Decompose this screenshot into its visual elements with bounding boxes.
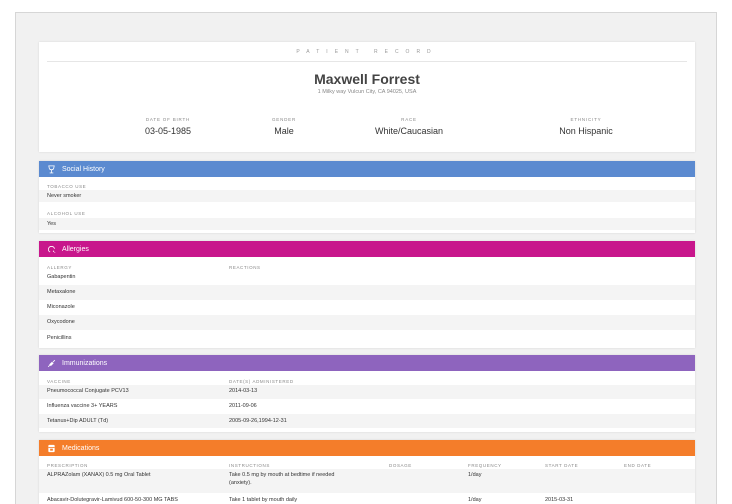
column-header-dosage: DOSAGE — [389, 463, 412, 468]
alcohol-value: Yes — [47, 221, 56, 227]
immunizations-section: Immunizations VACCINE DATE(S) ADMINISTER… — [39, 355, 695, 432]
demographic-race: RACE White/Caucasian — [339, 117, 479, 136]
tobacco-label: TOBACCO USE — [47, 184, 87, 189]
demographic-gender: GENDER Male — [214, 117, 354, 136]
row-background — [39, 285, 695, 300]
demographic-label: GENDER — [271, 117, 297, 122]
column-header-reactions: REACTIONS — [229, 265, 261, 270]
allergies-header[interactable]: Allergies — [39, 241, 695, 257]
demographic-value: White/Caucasian — [374, 126, 444, 136]
section-title: Social History — [62, 165, 105, 173]
allergy-item: Gabapentin — [47, 274, 76, 280]
patient-header-card: PATIENT RECORD Maxwell Forrest 1 Milky w… — [39, 42, 695, 152]
instructions-line: Take 1 tablet by mouth daily — [229, 497, 298, 503]
tobacco-value: Never smoker — [47, 193, 82, 199]
medications-section: Medications PRESCRIPTION INSTRUCTIONS DO… — [39, 440, 695, 504]
row-background — [39, 385, 695, 399]
section-title: Medications — [62, 444, 100, 452]
syringe-icon — [47, 359, 56, 368]
frequency-value: 1/day — [468, 472, 482, 478]
demographic-value: Male — [274, 126, 294, 136]
row-background — [39, 218, 695, 230]
row-background — [39, 315, 695, 330]
column-header-end-date: END DATE — [624, 463, 652, 468]
allergies-section: Allergies ALLERGY REACTIONS Gabapentin M… — [39, 241, 695, 348]
patient-name: Maxwell Forrest — [314, 71, 420, 87]
vaccine-name: Pneumococcal Conjugate PCV13 — [47, 388, 129, 394]
column-header-instructions: INSTRUCTIONS — [229, 463, 270, 468]
alcohol-label: ALCOHOL USE — [47, 211, 86, 216]
prescription-name: Abacavir-Dolutegravir-Lamivud 600-50-300… — [47, 497, 178, 503]
vaccine-dates: 2005-09-26,1994-12-31 — [229, 418, 287, 424]
demographic-label: RACE — [401, 117, 417, 122]
vaccine-name: Influenza vaccine 3+ YEARS — [47, 403, 118, 409]
wine-glass-icon — [47, 164, 56, 174]
frequency-value: 1/day — [468, 497, 482, 503]
column-header-frequency: FREQUENCY — [468, 463, 502, 468]
allergy-item: Oxycodone — [47, 319, 75, 325]
allergy-icon — [47, 245, 56, 254]
column-header-allergy: ALLERGY — [47, 265, 72, 270]
instructions-line: Take 0.5 mg by mouth at bedtime if neede… — [229, 472, 335, 478]
allergy-item: Metaxalone — [47, 289, 76, 295]
pill-box-icon — [47, 444, 56, 453]
section-title: Immunizations — [62, 359, 108, 367]
section-title: Allergies — [62, 245, 89, 253]
column-header-start-date: START DATE — [545, 463, 579, 468]
patient-address: 1 Milky way Vulcun City, CA 94025, USA — [317, 89, 417, 95]
row-background — [39, 414, 695, 428]
immunizations-header[interactable]: Immunizations — [39, 355, 695, 371]
row-background — [39, 190, 695, 202]
allergy-item: Penicillins — [47, 335, 72, 341]
medications-header[interactable]: Medications — [39, 440, 695, 456]
column-header-dates: DATE(S) ADMINISTERED — [229, 379, 294, 384]
instructions-line: (anxiety). — [229, 480, 252, 486]
divider — [47, 61, 687, 62]
vaccine-name: Tetanus+Dip ADULT (Td) — [47, 418, 109, 424]
prescription-name: ALPRAZolam (XANAX) 0.5 mg Oral Tablet — [47, 472, 151, 478]
social-history-section: Social History TOBACCO USE Never smoker … — [39, 161, 695, 233]
demographic-ethnicity: ETHNICITY Non Hispanic — [516, 117, 656, 136]
column-header-prescription: PRESCRIPTION — [47, 463, 88, 468]
social-history-header[interactable]: Social History — [39, 161, 695, 177]
demographic-label: ETHNICITY — [570, 117, 602, 122]
demographic-value: Non Hispanic — [559, 126, 613, 136]
vaccine-dates: 2014-03-13 — [229, 388, 258, 394]
column-header-vaccine: VACCINE — [47, 379, 71, 384]
record-eyebrow: PATIENT RECORD — [296, 49, 438, 55]
allergy-item: Miconazole — [47, 304, 75, 310]
start-date-value: 2015-03-31 — [545, 497, 574, 503]
vaccine-dates: 2011-09-06 — [229, 403, 257, 409]
